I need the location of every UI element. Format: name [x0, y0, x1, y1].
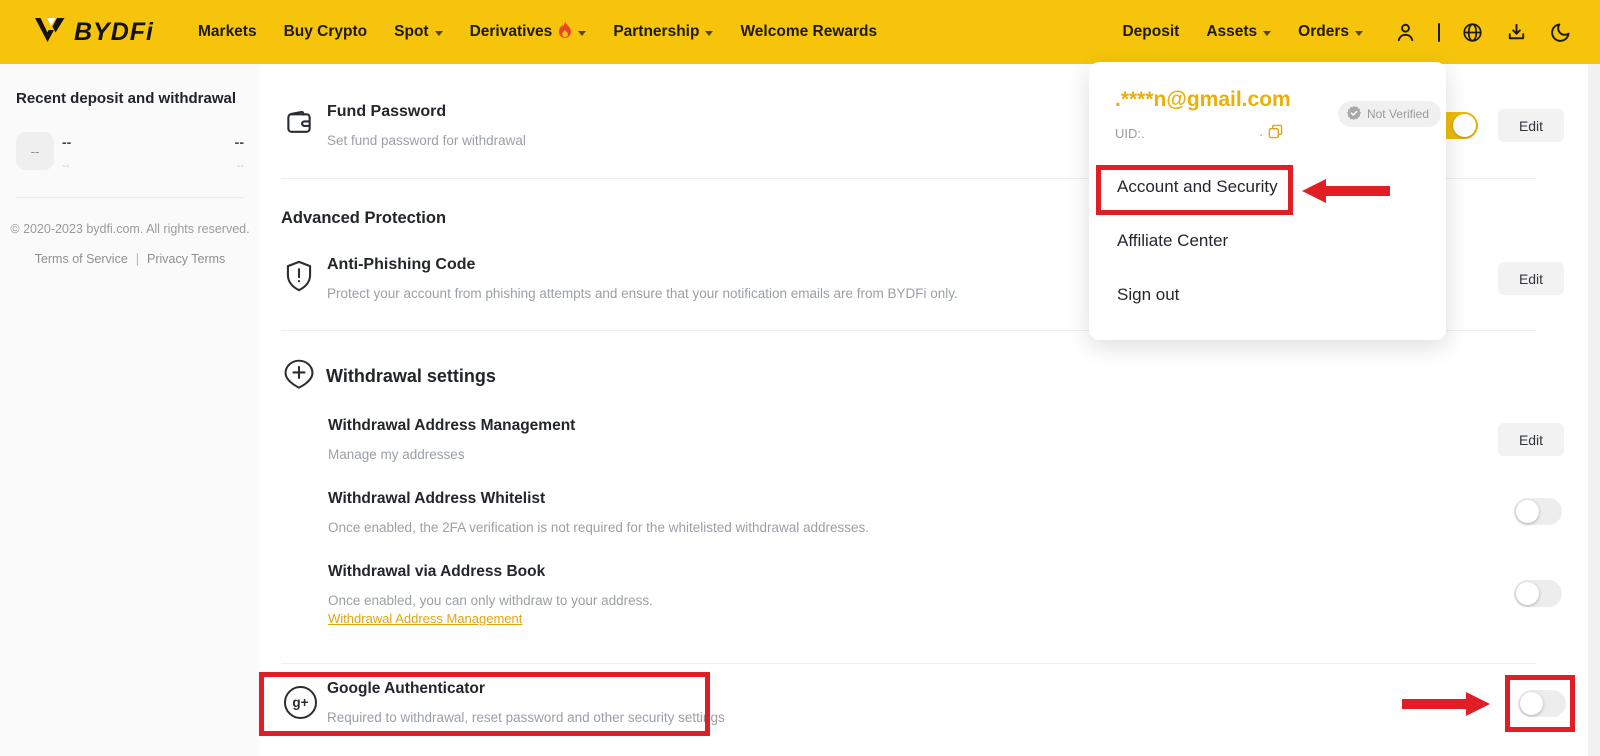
google-authenticator-toggle[interactable] — [1518, 690, 1566, 717]
copyright-text: © 2020-2023 bydfi.com. All rights reserv… — [0, 222, 260, 236]
chevron-down-icon — [1355, 31, 1363, 36]
chevron-down-icon — [1263, 31, 1271, 36]
nav-buy-crypto[interactable]: Buy Crypto — [284, 23, 368, 41]
anti-phishing-title: Anti-Phishing Code — [327, 256, 475, 274]
recent-activity-primary: -- — [62, 134, 71, 150]
chevron-down-icon — [435, 31, 443, 36]
recent-activity-secondary: -- — [62, 160, 69, 172]
security-settings-content: Fund Password Set fund password for with… — [260, 64, 1600, 756]
nav-partnership[interactable]: Partnership — [613, 23, 713, 41]
terms-of-service-link[interactable]: Terms of Service — [35, 252, 128, 266]
globe-icon[interactable] — [1461, 21, 1484, 44]
nav-deposit[interactable]: Deposit — [1122, 23, 1179, 41]
copy-uid-control[interactable]: · — [1259, 124, 1283, 144]
user-icon[interactable] — [1394, 21, 1417, 44]
account-dropdown-menu: .****n@gmail.com UID:. · Not Verified Ac… — [1089, 62, 1446, 340]
withdrawal-via-address-book-title: Withdrawal via Address Book — [328, 563, 545, 581]
withdrawal-settings-heading: Withdrawal settings — [326, 366, 496, 387]
anti-phishing-desc: Protect your account from phishing attem… — [327, 286, 958, 301]
kyc-status-text: Not Verified — [1367, 107, 1429, 121]
anti-phishing-edit-button[interactable]: Edit — [1498, 262, 1564, 295]
nav-markets[interactable]: Markets — [198, 23, 257, 41]
withdrawal-address-whitelist-desc: Once enabled, the 2FA verification is no… — [328, 520, 869, 535]
footer-links: Terms of Service | Privacy Terms — [0, 252, 260, 266]
nav-welcome-rewards[interactable]: Welcome Rewards — [740, 23, 877, 41]
bydfi-logo[interactable]: BYDFi — [34, 17, 154, 48]
nav-derivatives[interactable]: Derivatives — [470, 21, 587, 43]
download-app-icon[interactable] — [1505, 21, 1528, 44]
google-authenticator-title: Google Authenticator — [327, 680, 485, 698]
copy-icon — [1268, 124, 1283, 144]
recent-activity-secondary-right: -- — [237, 160, 244, 172]
withdrawal-address-whitelist-title: Withdrawal Address Whitelist — [328, 490, 545, 508]
footer-link-separator: | — [136, 252, 139, 266]
flame-icon — [558, 21, 572, 43]
navbar-divider — [1438, 23, 1440, 42]
dark-mode-moon-icon[interactable] — [1549, 21, 1572, 44]
advanced-protection-heading: Advanced Protection — [281, 209, 446, 228]
nav-spot[interactable]: Spot — [394, 23, 442, 41]
withdrawal-address-management-edit-button[interactable]: Edit — [1498, 423, 1564, 456]
withdrawal-address-management-title: Withdrawal Address Management — [328, 417, 575, 435]
withdrawal-address-whitelist-toggle[interactable] — [1514, 498, 1562, 525]
recent-activity-primary-right: -- — [235, 134, 244, 150]
uid-dot: · — [1259, 127, 1263, 142]
withdrawal-via-address-book-toggle[interactable] — [1514, 580, 1562, 607]
main-nav: Markets Buy Crypto Spot Derivatives Part… — [198, 21, 877, 43]
shield-alert-icon — [284, 260, 314, 292]
recent-activity-sidebar: Recent deposit and withdrawal -- -- -- -… — [0, 64, 260, 756]
recent-activity-placeholder-icon: -- — [16, 132, 54, 170]
section-divider — [281, 663, 1536, 664]
sidebar-divider — [16, 197, 244, 198]
menu-item-sign-out[interactable]: Sign out — [1117, 285, 1179, 305]
fund-password-edit-button[interactable]: Edit — [1498, 109, 1564, 142]
withdrawal-address-management-desc: Manage my addresses — [328, 447, 465, 462]
bydfi-security-settings-page: BYDFi Markets Buy Crypto Spot Derivative… — [0, 0, 1600, 756]
menu-item-account-and-security[interactable]: Account and Security — [1117, 177, 1278, 197]
chevron-down-icon — [578, 31, 586, 36]
top-navbar: BYDFi Markets Buy Crypto Spot Derivative… — [0, 0, 1600, 64]
account-email: .****n@gmail.com — [1115, 88, 1291, 112]
fund-password-desc: Set fund password for withdrawal — [327, 133, 526, 148]
google-authenticator-desc: Required to withdrawal, reset password a… — [327, 710, 725, 725]
wallet-icon — [284, 108, 314, 138]
sidebar-title: Recent deposit and withdrawal — [16, 90, 236, 107]
withdrawal-address-management-link[interactable]: Withdrawal Address Management — [328, 611, 522, 626]
google-authenticator-icon: g+ — [284, 686, 317, 719]
privacy-terms-link[interactable]: Privacy Terms — [147, 252, 225, 266]
scrollbar-track[interactable] — [1588, 64, 1600, 756]
withdrawal-via-address-book-desc: Once enabled, you can only withdraw to y… — [328, 593, 653, 608]
bydfi-wordmark: BYDFi — [74, 18, 154, 47]
verification-seal-icon — [1347, 106, 1361, 123]
location-pin-plus-icon — [283, 359, 315, 392]
chevron-down-icon — [705, 31, 713, 36]
fund-password-title: Fund Password — [327, 103, 446, 121]
navbar-right: Deposit Assets Orders — [1122, 21, 1572, 44]
bydfi-logo-icon — [34, 17, 66, 48]
nav-assets[interactable]: Assets — [1206, 23, 1271, 41]
kyc-status-badge: Not Verified — [1338, 101, 1441, 127]
menu-item-affiliate-center[interactable]: Affiliate Center — [1117, 231, 1228, 251]
account-uid-label: UID:. — [1115, 126, 1145, 141]
nav-orders[interactable]: Orders — [1298, 23, 1363, 41]
